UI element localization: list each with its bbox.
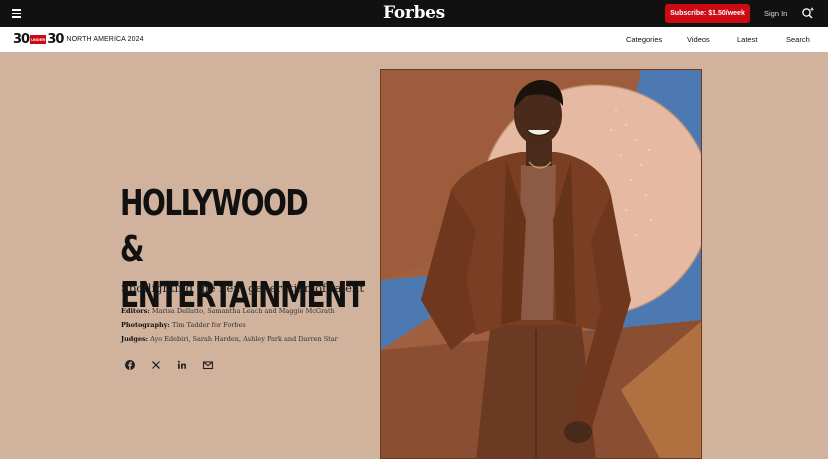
brand-region: NORTH AMERICA 2024 bbox=[66, 35, 144, 43]
credit-label: Judges: bbox=[121, 335, 149, 343]
subscribe-button[interactable]: Subscribe: $1.50/week bbox=[665, 4, 750, 23]
facebook-icon[interactable] bbox=[124, 358, 136, 370]
nav-search[interactable]: Search bbox=[786, 35, 810, 44]
credit-photography: Photography: Tim Tadder for Forbes bbox=[121, 321, 246, 329]
x-icon[interactable] bbox=[150, 358, 162, 370]
search-icon[interactable] bbox=[801, 6, 815, 20]
nav-videos[interactable]: Videos bbox=[687, 35, 710, 44]
credit-value: Ayo Edebiri, Sarah Harden, Ashley Park a… bbox=[148, 335, 338, 343]
nav-latest[interactable]: Latest bbox=[737, 35, 757, 44]
credit-editors: Editors: Marisa Dellatto, Samantha Leach… bbox=[121, 307, 335, 315]
top-bar: Forbes Subscribe: $1.50/week Sign In bbox=[0, 0, 828, 27]
menu-icon[interactable] bbox=[12, 9, 21, 18]
credit-value: Marisa Dellatto, Samantha Leach and Magg… bbox=[149, 307, 335, 315]
credit-label: Photography: bbox=[121, 321, 170, 329]
brand-under-badge: UNDER bbox=[30, 34, 47, 44]
sign-in-link[interactable]: Sign In bbox=[764, 9, 787, 18]
linkedin-icon[interactable] bbox=[176, 358, 188, 370]
email-icon[interactable] bbox=[202, 358, 214, 370]
credit-label: Editors: bbox=[121, 307, 150, 315]
credit-judges: Judges: Ayo Edebiri, Sarah Harden, Ashle… bbox=[121, 335, 338, 343]
30-under-30-brand[interactable]: 30 UNDER 30 NORTH AMERICA 2024 bbox=[13, 31, 144, 47]
section-nav: 30 UNDER 30 NORTH AMERICA 2024 Categorie… bbox=[0, 27, 828, 52]
brand-30-first: 30 bbox=[13, 31, 30, 47]
nav-categories[interactable]: Categories bbox=[626, 35, 662, 44]
credit-value: Tim Tadder for Forbes bbox=[169, 321, 246, 329]
title-line-1: HOLLYWOOD & bbox=[120, 183, 309, 270]
hero-portrait-image bbox=[380, 69, 702, 459]
page-title: HOLLYWOOD & ENTERTAINMENT bbox=[120, 181, 365, 319]
brand-30-second: 30 bbox=[47, 31, 64, 47]
tagline: Spotlighting the next generation of tale… bbox=[121, 281, 364, 295]
